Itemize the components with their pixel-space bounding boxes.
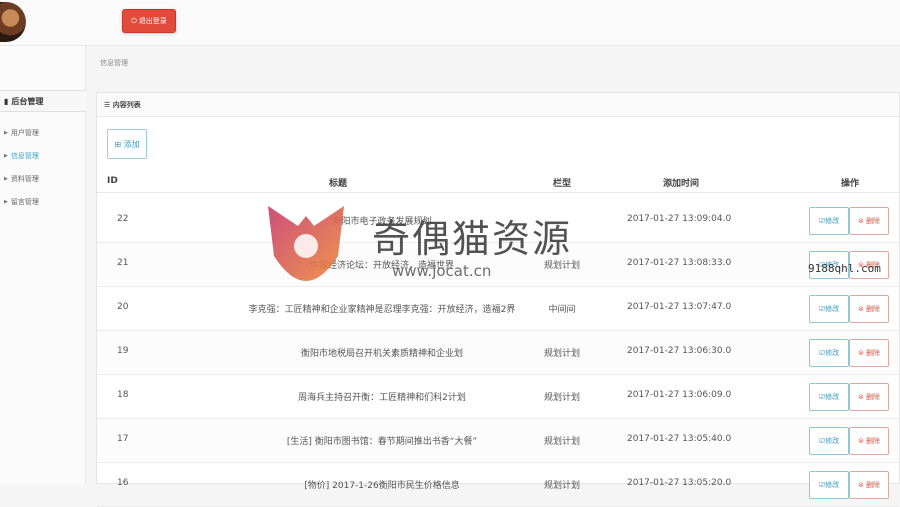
sidebar-title: ▮ 后台管理 [0,90,86,112]
col-time: 添加时间 [663,179,700,189]
breadcrumb: 信息管理 [100,59,128,67]
col-column: 栏型 [553,179,572,189]
panel-title: ☰ 内容列表 [97,93,899,117]
row-time: 2017-01-27 13:08:33.0 [627,258,732,268]
table-row: 20 李克强：工匠精神和企业家精神是忍理李克强：开放经济，造福2界 中间间 2017-… [97,287,899,331]
delete-button[interactable]: ⊜ 删除 [849,339,889,367]
logout-button[interactable]: ⏻ 退出登录 [122,9,176,33]
table-row: 16 [物价] 2017-1-26衡阳市民生价格信息 规划计划 2017-01-27 … [97,463,899,507]
edit-button[interactable]: ☑修改 [809,471,849,499]
table-row: 18 周海兵主持召开衡：工匠精神和们科2计划 规划计划 2017-01-27 13:0… [97,375,899,419]
sidebar-item-messages[interactable]: ▶ 留言管理 [4,197,39,207]
row-title: [物价] 2017-1-26衡阳市民生价格信息 [304,481,460,491]
row-column: 规划计划 [543,349,580,359]
row-time: 2017-01-27 13:06:30.0 [627,346,732,356]
power-icon: ⏻ [131,16,137,25]
top-header: ⏻ 退出登录 [0,0,900,46]
delete-button[interactable]: ⊜ 删除 [849,295,889,323]
row-column: 规划计划 [543,437,580,447]
row-id: 21 [117,258,129,268]
add-button[interactable]: ⊞ 添加 [107,129,147,159]
avatar[interactable] [0,2,26,42]
row-id: 17 [117,434,129,444]
sidebar-item-materials[interactable]: ▶ 资料管理 [4,174,39,184]
delete-button[interactable]: ⊜ 删除 [849,471,889,499]
row-time: 2017-01-27 13:06:09.0 [627,390,732,400]
row-title: 衡阳市地税局召开机关素质精神和企业划 [300,349,463,359]
delete-button[interactable]: ⊜ 删除 [849,427,889,455]
watermark-side-text: 9188qhl.com [808,262,881,275]
home-icon: ▮ [4,96,9,106]
edit-button[interactable]: ☑修改 [809,383,849,411]
col-title: 标题 [329,179,348,189]
row-id: 22 [117,214,129,224]
table-row: 19 衡阳市地税局召开机关素质精神和企业划 规划计划 2017-01-27 13:06… [97,331,899,375]
col-id: ID [107,176,118,186]
edit-button[interactable]: ☑修改 [809,339,849,367]
caret-right-icon: ▶ [4,176,8,182]
edit-button[interactable]: ☑修改 [809,427,849,455]
row-time: 2017-01-27 13:09:04.0 [627,214,732,224]
row-title: 周海兵主持召开衡：工匠精神和们科2计划 [298,393,466,403]
caret-right-icon: ▶ [4,199,8,205]
row-id: 16 [117,478,129,488]
row-id: 19 [117,346,129,356]
table-header: ID 标题 栏型 添加时间 操作 [97,171,899,193]
col-actions: 操作 [841,179,860,189]
sidebar-item-info[interactable]: ▶ 信息管理 [4,151,39,161]
watermark-url: www.jocat.cn [392,262,492,280]
table-row: 17 [生活] 衡阳市图书馆：春节期间推出书香“大餐” 规划计划 2017-01-27… [97,419,899,463]
watermark-logo [268,206,344,281]
row-time: 2017-01-27 13:05:40.0 [627,434,732,444]
edit-button[interactable]: ☑修改 [809,295,849,323]
row-column: 规划计划 [543,481,580,491]
watermark-text: 奇偶猫资源 [372,217,573,261]
delete-button[interactable]: ⊜ 删除 [849,207,889,235]
sidebar-item-users[interactable]: ▶ 用户管理 [4,128,39,138]
row-column: 规划计划 [543,393,580,403]
delete-button[interactable]: ⊜ 删除 [849,383,889,411]
row-time: 2017-01-27 13:05:20.0 [627,478,732,488]
edit-button[interactable]: ☑修改 [809,207,849,235]
row-id: 18 [117,390,129,400]
caret-right-icon: ▶ [4,153,8,159]
row-time: 2017-01-27 13:07:47.0 [627,302,732,312]
row-id: 20 [117,302,129,312]
row-column: 中间间 [548,305,576,315]
caret-right-icon: ▶ [4,130,8,136]
row-title: [生活] 衡阳市图书馆：春节期间推出书香“大餐” [286,437,478,447]
content-panel: ☰ 内容列表 ⊞ 添加 ID 标题 栏型 添加时间 操作 22 衡阳市电子政务发展… [96,92,900,507]
